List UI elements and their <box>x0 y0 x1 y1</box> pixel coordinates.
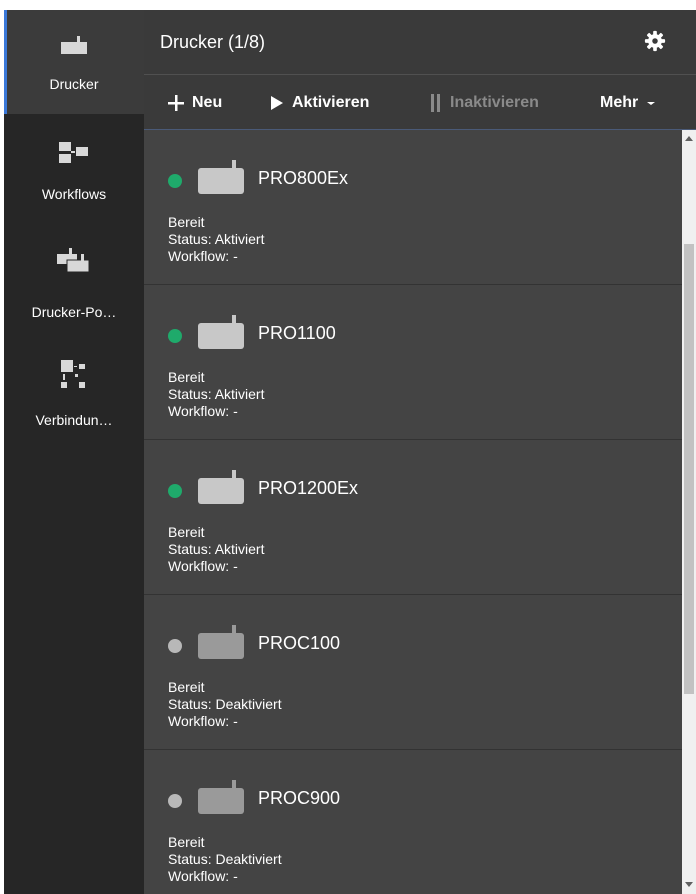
printer-icon <box>198 780 244 814</box>
printer-name: PRO800Ex <box>258 168 349 188</box>
printer-icon <box>198 160 244 194</box>
deactivate-button[interactable]: Inaktivieren <box>430 91 539 115</box>
connection-icon <box>61 360 85 388</box>
gear-icon[interactable] <box>644 30 666 52</box>
pause-icon <box>431 94 440 112</box>
new-button[interactable]: Neu <box>168 91 222 115</box>
nav-item-drucker-pools[interactable]: Drucker-Po… <box>4 218 144 322</box>
nav-item-drucker[interactable]: Drucker <box>4 10 144 114</box>
vertical-scrollbar[interactable] <box>682 130 696 894</box>
more-menu-label: Mehr <box>600 94 639 111</box>
printer-icon <box>61 36 87 54</box>
nav-item-workflows[interactable]: Workflows <box>4 114 144 218</box>
nav-item-label: Verbindun… <box>35 412 113 428</box>
printer-status: Status: Deaktiviert <box>168 696 282 712</box>
printer-status: Status: Aktiviert <box>168 541 265 557</box>
activate-button-label: Aktivieren <box>292 94 370 111</box>
printer-name: PRO1200Ex <box>258 478 359 498</box>
printer-card[interactable]: PRO1100 Bereit Status: Aktiviert Workflo… <box>144 285 682 440</box>
printer-card[interactable]: PROC900 Bereit Status: Deaktiviert Workf… <box>144 750 682 894</box>
play-icon <box>271 96 283 110</box>
printer-state: Bereit <box>168 524 205 540</box>
printer-card[interactable]: PRO1200Ex Bereit Status: Aktiviert Workf… <box>144 440 682 595</box>
nav-item-label: Drucker <box>49 76 99 92</box>
toolbar: Neu Aktivieren Inaktivieren Mehr <box>144 74 696 131</box>
chevron-down-icon <box>647 102 656 105</box>
printer-name: PROC100 <box>258 633 341 653</box>
nav-item-verbindungen[interactable]: Verbindun… <box>4 322 144 428</box>
printer-card[interactable]: PRO800Ex Bereit Status: Aktiviert Workfl… <box>144 130 682 285</box>
status-indicator <box>168 639 182 653</box>
left-nav: Drucker Workflows Drucker-Po… Verbindun… <box>4 10 144 894</box>
status-indicator <box>168 329 182 343</box>
printer-state: Bereit <box>168 369 205 385</box>
workflow-icon <box>59 142 88 163</box>
printer-workflow: Workflow: - <box>168 713 238 729</box>
nav-item-label: Drucker-Po… <box>31 304 117 320</box>
scroll-down-arrow-icon[interactable] <box>685 882 693 887</box>
plus-icon <box>168 95 184 111</box>
status-indicator <box>168 174 182 188</box>
printer-card[interactable]: PROC100 Bereit Status: Deaktiviert Workf… <box>144 595 682 750</box>
status-indicator <box>168 794 182 808</box>
printer-workflow: Workflow: - <box>168 248 238 264</box>
printer-pool-icon <box>57 248 90 273</box>
printer-icon <box>198 625 244 659</box>
printer-state: Bereit <box>168 679 205 695</box>
printer-name: PRO1100 <box>258 323 336 343</box>
printer-name: PROC900 <box>258 788 341 808</box>
scroll-up-arrow-icon[interactable] <box>685 136 693 141</box>
printer-state: Bereit <box>168 214 205 230</box>
printer-icon <box>198 470 244 504</box>
page-title: Drucker (1/8) <box>160 32 266 52</box>
nav-item-label: Workflows <box>41 186 107 202</box>
printer-workflow: Workflow: - <box>168 558 238 574</box>
more-menu[interactable]: Mehr <box>600 91 656 115</box>
printer-workflow: Workflow: - <box>168 868 238 884</box>
scroll-thumb[interactable] <box>684 244 694 694</box>
status-indicator <box>168 484 182 498</box>
printer-status: Status: Aktiviert <box>168 386 265 402</box>
printer-status: Status: Aktiviert <box>168 231 265 247</box>
printer-workflow: Workflow: - <box>168 403 238 419</box>
header: Drucker (1/8) <box>144 10 696 74</box>
printer-list: PRO800Ex Bereit Status: Aktiviert Workfl… <box>144 130 682 894</box>
printer-icon <box>198 315 244 349</box>
printer-status: Status: Deaktiviert <box>168 851 282 867</box>
app-window: Drucker Workflows Drucker-Po… Verbindun…… <box>4 10 696 894</box>
printer-state: Bereit <box>168 834 205 850</box>
deactivate-button-label: Inaktivieren <box>450 94 539 111</box>
new-button-label: Neu <box>192 94 223 111</box>
activate-button[interactable]: Aktivieren <box>270 91 369 115</box>
